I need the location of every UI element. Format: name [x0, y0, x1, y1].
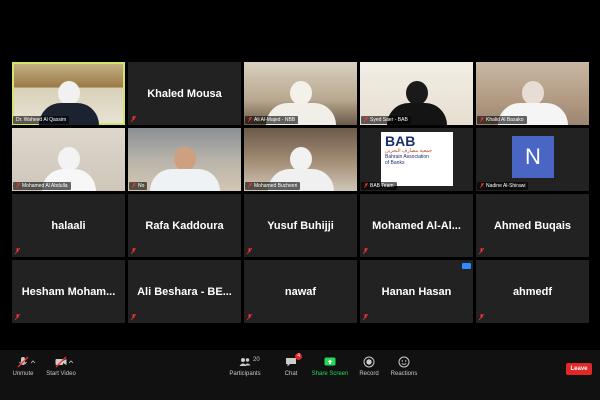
participant-tile[interactable]: Syed Saer - BAB: [360, 62, 473, 125]
mic-off-icon: [364, 183, 368, 189]
mic-off-icon: [247, 314, 252, 320]
participant-name: Nadine Al-Shirawi: [477, 182, 529, 190]
mic-off-icon: [15, 248, 20, 254]
participants-label: Participants: [229, 371, 261, 377]
mic-off-icon: [247, 248, 252, 254]
participant-tile[interactable]: ahmedf: [476, 260, 589, 323]
chat-badge: 4: [295, 353, 302, 360]
participant-display-name: Hanan Hasan: [381, 285, 452, 298]
raised-hand-icon: [462, 263, 471, 269]
share-screen-label: Share Screen: [311, 371, 349, 377]
participant-display-name: Khaled Mousa: [147, 87, 222, 100]
participant-tile[interactable]: Mohamed Al-Al...: [360, 194, 473, 257]
participant-tile[interactable]: Ahmed Buqais: [476, 194, 589, 257]
mic-off-icon: [248, 117, 252, 123]
participant-display-name: halaali: [51, 219, 86, 232]
participant-name: Dr. Waheed Al Qassim: [13, 116, 70, 124]
participant-display-name: Ahmed Buqais: [493, 219, 571, 232]
video-off-icon: [55, 356, 73, 368]
participant-tile[interactable]: Mohamed Al Abdulla: [12, 128, 125, 191]
participant-display-name: Mohamed Al-Al...: [372, 219, 461, 232]
leave-button[interactable]: Leave: [566, 363, 592, 375]
participant-tile[interactable]: Hesham Moham...: [12, 260, 125, 323]
mic-off-icon: [131, 116, 136, 122]
record-icon: [363, 356, 375, 368]
participant-name: Khalid Al Basako: [477, 116, 527, 124]
participants-button[interactable]: 20 Participants: [222, 356, 268, 377]
participant-name: Syed Saer - BAB: [361, 116, 411, 124]
meeting-toolbar: Unmute Start Video 20 Participants 4 Cha…: [0, 350, 600, 400]
participant-tile[interactable]: Mohamed Bucheeri: [244, 128, 357, 191]
participant-name: BAB Team: [361, 182, 397, 190]
participants-icon: 20: [239, 356, 260, 368]
participant-display-name: nawaf: [284, 285, 317, 298]
mic-off-icon: [131, 314, 136, 320]
start-video-label: Start Video: [46, 371, 76, 377]
mic-off-icon: [363, 248, 368, 254]
participant-name: Ali Al-Majed - NBB: [245, 116, 299, 124]
mic-off-icon: [132, 183, 136, 189]
mic-off-icon: [364, 117, 368, 123]
mic-off-icon: [15, 314, 20, 320]
mic-off-icon: [480, 183, 484, 189]
participant-tile[interactable]: Hanan Hasan: [360, 260, 473, 323]
participant-tile[interactable]: Khaled Mousa: [128, 62, 241, 125]
participant-video: [149, 147, 220, 191]
mic-off-icon: [248, 183, 252, 189]
reactions-label: Reactions: [390, 371, 418, 377]
participant-tile[interactable]: halaali: [12, 194, 125, 257]
mic-off-icon: [480, 117, 484, 123]
avatar: N: [512, 136, 554, 178]
participant-display-name: Yusuf Buhijji: [267, 219, 334, 232]
video-gallery: Dr. Waheed Al Qassim Khaled Mousa Ali Al…: [12, 62, 589, 326]
record-label: Record: [359, 371, 379, 377]
participant-tile[interactable]: No: [128, 128, 241, 191]
chat-label: Chat: [284, 371, 298, 377]
participant-display-name: Hesham Moham...: [21, 285, 116, 298]
participant-display-name: Rafa Kaddoura: [145, 219, 224, 232]
start-video-button[interactable]: Start Video: [38, 356, 84, 377]
participant-tile[interactable]: Ali Al-Majed - NBB: [244, 62, 357, 125]
participant-tile[interactable]: BAB جمعية مصارف البحرين Bahrain Associat…: [360, 128, 473, 191]
reactions-icon: [398, 356, 410, 368]
mic-off-icon: [17, 356, 35, 368]
participant-display-name: ahmedf: [512, 285, 553, 298]
participant-tile[interactable]: Khalid Al Basako: [476, 62, 589, 125]
participant-tile[interactable]: N Nadine Al-Shirawi: [476, 128, 589, 191]
bab-logo-abbr: BAB: [385, 133, 416, 149]
mic-off-icon: [479, 314, 484, 320]
participant-tile[interactable]: Rafa Kaddoura: [128, 194, 241, 257]
mic-off-icon: [479, 248, 484, 254]
participant-tile[interactable]: Dr. Waheed Al Qassim: [12, 62, 125, 125]
chevron-up-icon[interactable]: [31, 360, 35, 364]
participant-name: No: [129, 182, 148, 190]
mic-off-icon: [363, 314, 368, 320]
participant-count: 20: [253, 357, 260, 363]
unmute-label: Unmute: [12, 371, 34, 377]
participant-tile[interactable]: nawaf: [244, 260, 357, 323]
mic-off-icon: [16, 183, 20, 189]
participant-tile[interactable]: Ali Beshara - BE...: [128, 260, 241, 323]
chat-icon: 4: [285, 353, 302, 368]
participant-display-name: Ali Beshara - BE...: [137, 285, 232, 298]
mic-off-icon: [131, 248, 136, 254]
bab-logo: BAB جمعية مصارف البحرين Bahrain Associat…: [381, 132, 453, 186]
share-screen-icon: [324, 356, 336, 368]
chevron-up-icon[interactable]: [69, 360, 73, 364]
participant-name: Mohamed Bucheeri: [245, 182, 301, 190]
reactions-button[interactable]: Reactions: [381, 356, 427, 377]
participant-name: Mohamed Al Abdulla: [13, 182, 71, 190]
bab-logo-english-2: of Banks: [385, 160, 405, 166]
participant-tile[interactable]: Yusuf Buhijji: [244, 194, 357, 257]
